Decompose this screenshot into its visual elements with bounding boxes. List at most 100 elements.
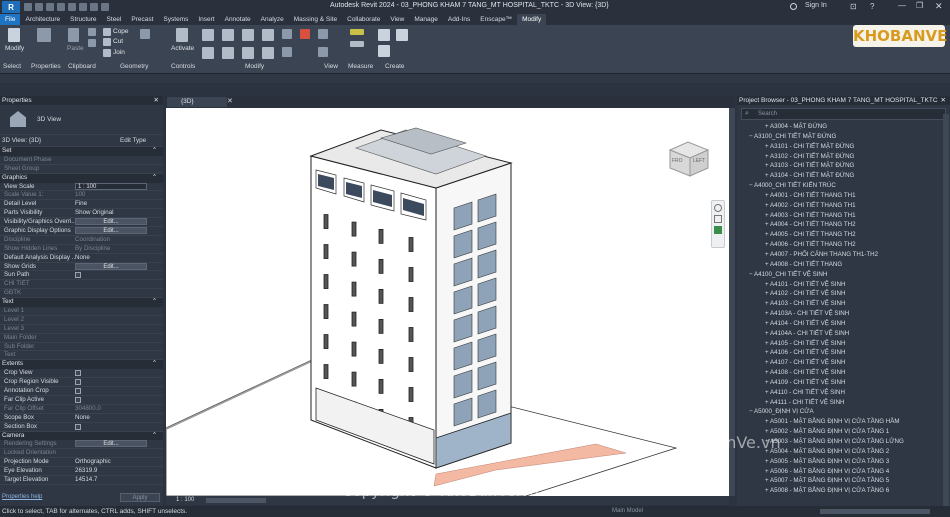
browser-sheet-item[interactable]: + A3103 - CHI TIẾT MẶT ĐỨNG: [737, 161, 942, 171]
3d-view-icon[interactable]: [101, 3, 109, 11]
create-group-icon[interactable]: [396, 29, 408, 41]
property-value[interactable]: Edit...: [75, 227, 163, 235]
tab-collaborate[interactable]: Collaborate: [342, 14, 385, 25]
tab-structure[interactable]: Structure: [65, 14, 101, 25]
close-icon[interactable]: ✕: [935, 1, 943, 12]
section-camera[interactable]: Camera ⌃: [0, 431, 163, 441]
tab-precast[interactable]: Precast: [126, 14, 158, 25]
activate-button[interactable]: Activate: [171, 45, 194, 52]
mirror-icon[interactable]: [242, 29, 254, 41]
property-value[interactable]: Edit...: [75, 218, 163, 226]
view-control-icons[interactable]: [206, 498, 266, 503]
nav-extents-icon[interactable]: [714, 226, 722, 234]
drawing-canvas[interactable]: FRO LEFT: [165, 108, 729, 497]
save-icon[interactable]: [35, 3, 43, 11]
view-scale-field[interactable]: 1 : 100: [75, 182, 147, 190]
property-value[interactable]: [75, 378, 163, 386]
browser-sheet-item[interactable]: + A4104A - CHI TIẾT VỆ SINH: [737, 329, 942, 339]
rotate-icon[interactable]: [242, 47, 254, 59]
browser-sheet-item[interactable]: + A5005 - MẶT BẰNG ĐỊNH VỊ CỬA TẦNG 3: [737, 457, 942, 467]
steering-wheel-icon[interactable]: [714, 204, 722, 212]
browser-sheet-item[interactable]: + A4108 - CHI TIẾT VỆ SINH: [737, 368, 942, 378]
browser-sheet-item[interactable]: + A4002 - CHI TIẾT THANG TH1: [737, 201, 942, 211]
collapse-icon[interactable]: ⌃: [152, 360, 157, 369]
create-assembly-icon[interactable]: [378, 29, 390, 41]
browser-sheet-item[interactable]: + A5006 - MẶT BẰNG ĐỊNH VỊ CỬA TẦNG 4: [737, 467, 942, 477]
collapse-icon[interactable]: ⌃: [152, 174, 157, 183]
array-icon[interactable]: [262, 47, 274, 59]
property-value[interactable]: Edit...: [75, 440, 163, 448]
modify-button[interactable]: Modify: [5, 45, 24, 52]
cart-icon[interactable]: ⊡: [850, 2, 857, 11]
browser-sheet-item[interactable]: + A5007 - MẶT BẰNG ĐỊNH VỊ CỬA TẦNG 5: [737, 476, 942, 486]
browser-sheet-item[interactable]: + A4004 - CHI TIẾT THANG TH2: [737, 220, 942, 230]
browser-sheet-item[interactable]: + A5001 - MẶT BẰNG ĐỊNH VỊ CỬA TẦNG HẦM: [737, 417, 942, 427]
activate-icon[interactable]: [176, 28, 188, 42]
property-value[interactable]: 1 : 100: [75, 182, 163, 191]
browser-sheet-item[interactable]: + A4110 - CHI TIẾT VỆ SINH: [737, 388, 942, 398]
cope-icon[interactable]: [103, 28, 111, 36]
browser-sheet-item[interactable]: + A4007 - PHỐI CẢNH THANG TH1-TH2: [737, 250, 942, 260]
edit-button[interactable]: Edit...: [75, 262, 147, 270]
edit-type-button[interactable]: Edit Type: [120, 137, 146, 144]
collapse-icon[interactable]: ⌃: [152, 298, 157, 307]
tab-steel[interactable]: Steel: [102, 14, 127, 25]
checkbox[interactable]: [75, 272, 81, 279]
properties-icon[interactable]: [37, 28, 51, 42]
browser-sheet-item[interactable]: + A4105 - CHI TIẾT VỆ SINH: [737, 339, 942, 349]
paste-icon[interactable]: [68, 28, 79, 42]
split-icon[interactable]: [282, 29, 292, 39]
section-graphics[interactable]: Graphics ⌃: [0, 173, 163, 183]
browser-sheet-item[interactable]: + A3102 - CHI TIẾT MẶT ĐỨNG: [737, 152, 942, 162]
revit-app-icon[interactable]: R: [2, 1, 20, 13]
browser-sheet-item[interactable]: + A4109 - CHI TIẾT VỆ SINH: [737, 378, 942, 388]
browser-group[interactable]: − A5000_ĐỊNH VỊ CỬA: [737, 407, 942, 417]
properties-help-link[interactable]: Properties help: [2, 494, 42, 500]
geometry-tools-icon[interactable]: [140, 29, 150, 39]
collapse-icon[interactable]: ⌃: [152, 432, 157, 441]
property-value[interactable]: [75, 369, 163, 377]
view-cube[interactable]: FRO LEFT: [666, 138, 712, 178]
tab-analyze[interactable]: Analyze: [256, 14, 289, 25]
browser-sheet-item[interactable]: + A4001 - CHI TIẾT THANG TH1: [737, 191, 942, 201]
checkbox[interactable]: [75, 379, 81, 386]
join-icon[interactable]: [103, 49, 111, 57]
move-icon[interactable]: [202, 47, 214, 59]
align-icon[interactable]: [202, 29, 214, 41]
tab-systems[interactable]: Systems: [158, 14, 193, 25]
checkbox[interactable]: [75, 423, 81, 430]
redo-icon[interactable]: [57, 3, 65, 11]
section-text[interactable]: Text ⌃: [0, 298, 163, 308]
property-value[interactable]: [75, 423, 163, 431]
copy-element-icon[interactable]: [222, 47, 234, 59]
view-tab-3d[interactable]: {3D}: [167, 97, 227, 107]
navigation-bar[interactable]: [711, 200, 725, 248]
view-tab-close-icon[interactable]: ✕: [227, 97, 233, 105]
cut-geometry-icon[interactable]: [103, 38, 111, 46]
browser-sheet-item[interactable]: + A4003 - CHI TIẾT THANG TH1: [737, 211, 942, 221]
browser-sheet-item[interactable]: + A3101 - CHI TIẾT MẶT ĐỨNG: [737, 142, 942, 152]
property-value[interactable]: [75, 387, 163, 395]
cut-button[interactable]: Cut: [113, 38, 123, 45]
zoom-icon[interactable]: [714, 215, 722, 223]
browser-group[interactable]: − A4000_CHI TIẾT KIẾN TRÚC: [737, 181, 942, 191]
print-icon[interactable]: [68, 3, 76, 11]
dimension-icon[interactable]: [350, 41, 364, 47]
browser-sheet-item[interactable]: + A4101 - CHI TIẾT VỆ SINH: [737, 280, 942, 290]
edit-button[interactable]: Edit...: [75, 440, 147, 448]
browser-group[interactable]: − A3100_CHI TIẾT MẶT ĐỨNG: [737, 132, 942, 142]
trim-icon[interactable]: [262, 29, 274, 41]
edit-button[interactable]: Edit...: [75, 227, 147, 235]
property-value[interactable]: Edit...: [75, 262, 163, 271]
checkbox[interactable]: [75, 388, 81, 395]
browser-sheet-item[interactable]: + A4111 - CHI TIẾT VỆ SINH: [737, 398, 942, 408]
property-value[interactable]: [75, 271, 163, 279]
tab-insert[interactable]: Insert: [193, 14, 219, 25]
copy-icon[interactable]: [88, 39, 96, 47]
cut-clipboard-icon[interactable]: [88, 28, 96, 36]
cope-button[interactable]: Cope: [113, 28, 129, 35]
create-parts-icon[interactable]: [378, 45, 390, 57]
text-icon[interactable]: [90, 3, 98, 11]
properties-close-icon[interactable]: ✕: [154, 96, 159, 105]
undo-icon[interactable]: [46, 3, 54, 11]
